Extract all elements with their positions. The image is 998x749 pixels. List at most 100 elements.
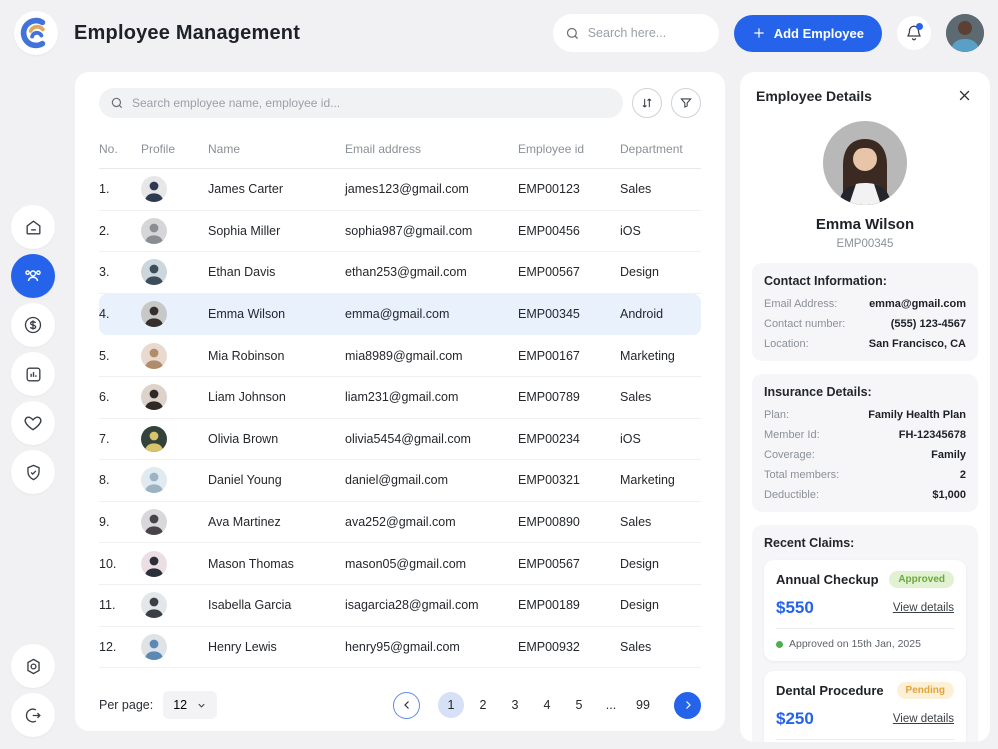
table-row[interactable]: 7. Olivia Brown olivia5454@gmail.com EMP… <box>99 419 701 461</box>
table-row[interactable]: 2. Sophia Miller sophia987@gmail.com EMP… <box>99 211 701 253</box>
add-employee-button[interactable]: Add Employee <box>734 15 882 52</box>
app-header: Employee Management Add Employee <box>0 0 998 66</box>
employee-department: Marketing <box>620 349 701 363</box>
employee-name: Liam Johnson <box>208 390 345 404</box>
employee-id: EMP00890 <box>518 515 620 529</box>
table-search-input[interactable] <box>132 96 612 110</box>
employee-name: James Carter <box>208 182 345 196</box>
claim-card: Dental Procedure Pending $250 View detai… <box>764 671 966 742</box>
column-name: Name <box>208 142 345 156</box>
field-label: Coverage: <box>764 449 815 461</box>
employee-name: Olivia Brown <box>208 432 345 446</box>
page-number-button[interactable]: 3 <box>502 692 528 718</box>
employee-email: james123@gmail.com <box>345 182 518 196</box>
employee-department: Sales <box>620 182 701 196</box>
table-row[interactable]: 12. Henry Lewis henry95@gmail.com EMP009… <box>99 627 701 669</box>
table-row[interactable]: 10. Mason Thomas mason05@gmail.com EMP00… <box>99 543 701 585</box>
avatar <box>141 509 208 535</box>
row-number: 1. <box>99 182 141 196</box>
employee-id: EMP00789 <box>518 390 620 404</box>
sidebar-item-logout[interactable] <box>11 693 55 737</box>
bar-chart-icon <box>24 365 43 384</box>
user-avatar-image <box>946 14 984 52</box>
employee-email: mason05@gmail.com <box>345 557 518 571</box>
user-avatar[interactable] <box>946 14 984 52</box>
pager: 1 2 3 4 5 ... 99 <box>393 692 701 719</box>
logo-icon <box>19 16 53 50</box>
table-row[interactable]: 9. Ava Martinez ava252@gmail.com EMP0089… <box>99 502 701 544</box>
claim-view-details-link[interactable]: View details <box>893 602 954 614</box>
employee-department: iOS <box>620 224 701 238</box>
claim-view-details-link[interactable]: View details <box>893 713 954 725</box>
page-number-button[interactable]: 5 <box>566 692 592 718</box>
row-number: 2. <box>99 224 141 238</box>
row-number: 11. <box>99 598 141 612</box>
dollar-icon <box>23 315 43 335</box>
sidebar-item-home[interactable] <box>11 205 55 249</box>
table-row[interactable]: 11. Isabella Garcia isagarcia28@gmail.co… <box>99 585 701 627</box>
employee-department: Sales <box>620 640 701 654</box>
sidebar-item-compliance[interactable] <box>11 450 55 494</box>
sidebar-item-reports[interactable] <box>11 352 55 396</box>
avatar-image <box>141 176 167 202</box>
sidebar-item-settings[interactable] <box>11 644 55 688</box>
chevron-down-icon <box>196 700 207 711</box>
claim-amount: $250 <box>776 709 814 729</box>
employee-name: Mia Robinson <box>208 349 345 363</box>
employee-id: EMP00167 <box>518 349 620 363</box>
employee-email: liam231@gmail.com <box>345 390 518 404</box>
employee-department: Design <box>620 265 701 279</box>
sidebar-item-payroll[interactable] <box>11 303 55 347</box>
contact-information-section: Contact Information: Email Address: emma… <box>752 263 978 361</box>
column-email: Email address <box>345 142 518 156</box>
employee-name: Emma Wilson <box>208 307 345 321</box>
field-label: Email Address: <box>764 298 837 310</box>
column-department: Department <box>620 142 701 156</box>
heart-icon <box>23 413 43 433</box>
column-employee-id: Employee id <box>518 142 620 156</box>
close-details-button[interactable] <box>955 86 974 105</box>
notification-dot <box>916 23 923 30</box>
avatar <box>141 343 208 369</box>
avatar <box>141 384 208 410</box>
table-row[interactable]: 8. Daniel Young daniel@gmail.com EMP0032… <box>99 460 701 502</box>
field-value: Family <box>931 449 966 461</box>
details-panel-title: Employee Details <box>756 88 872 104</box>
header-search-input[interactable] <box>588 26 698 40</box>
employee-table-card: No. Profile Name Email address Employee … <box>75 72 725 731</box>
detail-field-row: Contact number: (555) 123-4567 <box>764 318 966 330</box>
next-page-button[interactable] <box>674 692 701 719</box>
page-number-button[interactable]: 2 <box>470 692 496 718</box>
field-value: San Francisco, CA <box>869 338 966 350</box>
header-search[interactable] <box>553 14 719 52</box>
sidebar-item-benefits[interactable] <box>11 401 55 445</box>
page-number-button[interactable]: 99 <box>630 692 656 718</box>
employee-email: sophia987@gmail.com <box>345 224 518 238</box>
close-icon <box>957 88 972 103</box>
users-icon <box>23 266 43 286</box>
table-row[interactable]: 3. Ethan Davis ethan253@gmail.com EMP005… <box>99 252 701 294</box>
filter-button[interactable] <box>671 88 701 118</box>
avatar <box>141 259 208 285</box>
claim-card: Annual Checkup Approved $550 View detail… <box>764 560 966 661</box>
app-logo <box>14 11 58 55</box>
employee-name: Isabella Garcia <box>208 598 345 612</box>
table-row[interactable]: 4. Emma Wilson emma@gmail.com EMP00345 A… <box>99 294 701 336</box>
page-number-button[interactable]: 4 <box>534 692 560 718</box>
avatar-image <box>141 551 167 577</box>
table-row[interactable]: 1. James Carter james123@gmail.com EMP00… <box>99 169 701 211</box>
employee-name: Ava Martinez <box>208 515 345 529</box>
previous-page-button[interactable] <box>393 692 420 719</box>
sort-button[interactable] <box>632 88 662 118</box>
field-label: Location: <box>764 338 809 350</box>
field-label: Total members: <box>764 469 839 481</box>
per-page-value: 12 <box>173 698 187 712</box>
notifications-button[interactable] <box>897 16 931 50</box>
page-number-button[interactable]: 1 <box>438 692 464 718</box>
table-search[interactable] <box>99 88 623 118</box>
table-row[interactable]: 5. Mia Robinson mia8989@gmail.com EMP001… <box>99 335 701 377</box>
table-row[interactable]: 6. Liam Johnson liam231@gmail.com EMP007… <box>99 377 701 419</box>
per-page-select[interactable]: 12 <box>163 691 217 719</box>
sidebar-item-employees[interactable] <box>11 254 55 298</box>
table-body: 1. James Carter james123@gmail.com EMP00… <box>99 169 701 679</box>
